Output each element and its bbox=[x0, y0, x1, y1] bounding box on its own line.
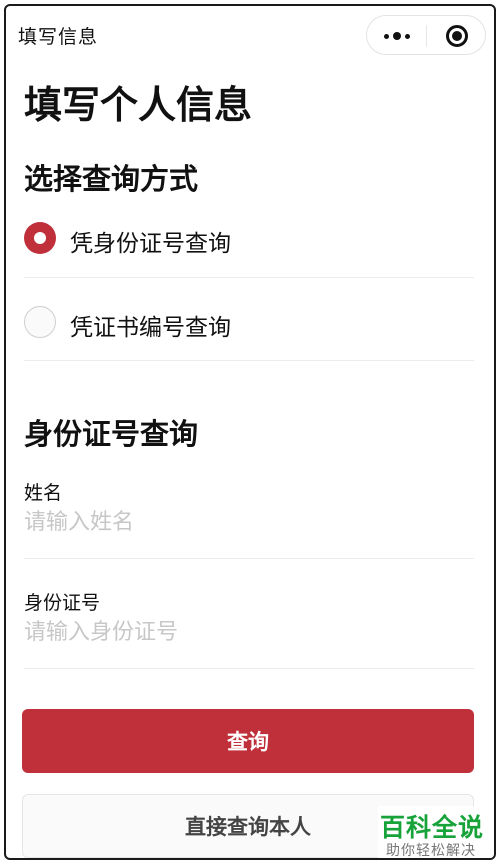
id-number-input[interactable] bbox=[24, 615, 454, 649]
name-input[interactable] bbox=[24, 505, 454, 539]
option-certificate-query[interactable]: 凭证书编号查询 bbox=[22, 292, 474, 352]
radio-checked-icon[interactable] bbox=[24, 222, 56, 254]
watermark-subtitle: 助你轻松解决 bbox=[386, 843, 476, 859]
close-circle-icon[interactable] bbox=[446, 25, 468, 47]
mini-program-capsule bbox=[366, 15, 486, 55]
option-label: 凭证书编号查询 bbox=[70, 315, 231, 341]
nav-title: 填写信息 bbox=[18, 26, 99, 48]
watermark-logo: 百科全说 助你轻松解决 bbox=[378, 806, 494, 859]
query-method-section-title: 选择查询方式 bbox=[24, 162, 199, 196]
option-id-card-query[interactable]: 凭身份证号查询 bbox=[22, 208, 474, 268]
page-title: 填写个人信息 bbox=[24, 83, 253, 127]
divider bbox=[24, 277, 474, 278]
watermark-title: 百科全说 bbox=[380, 813, 485, 842]
name-label: 姓名 bbox=[24, 482, 63, 504]
divider bbox=[24, 558, 474, 559]
radio-unchecked-icon[interactable] bbox=[24, 306, 56, 338]
id-number-label: 身份证号 bbox=[24, 592, 101, 614]
id-query-section-title: 身份证号查询 bbox=[24, 417, 199, 451]
divider bbox=[24, 360, 474, 361]
query-button[interactable]: 查询 bbox=[22, 709, 474, 773]
phone-frame: 填写信息 填写个人信息 选择查询方式 凭身份证号查询 凭证书编号查询 身份证号查… bbox=[4, 4, 496, 860]
more-dots-icon[interactable] bbox=[379, 28, 415, 44]
capsule-divider bbox=[426, 25, 427, 47]
navigation-bar: 填写信息 bbox=[6, 6, 494, 64]
divider bbox=[24, 668, 474, 669]
option-label: 凭身份证号查询 bbox=[70, 231, 231, 257]
